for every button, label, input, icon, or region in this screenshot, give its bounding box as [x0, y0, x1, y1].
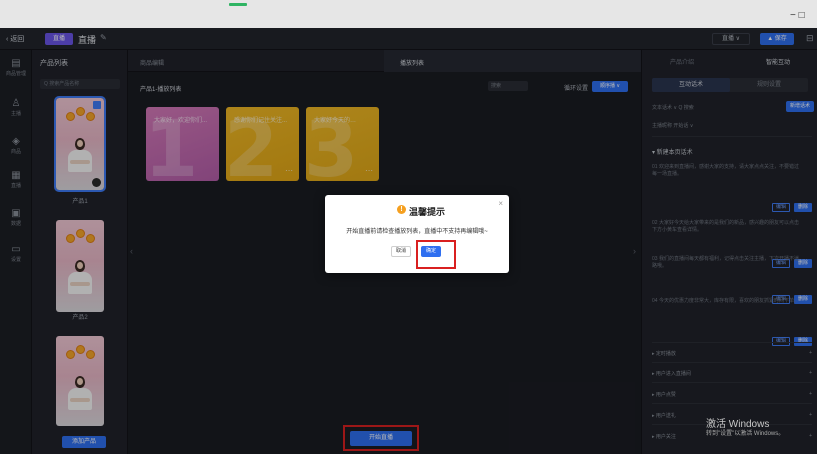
window-titlebar: − □	[0, 0, 817, 28]
warning-icon: !	[397, 205, 406, 214]
close-icon[interactable]: ×	[498, 199, 503, 208]
confirm-highlight	[416, 240, 456, 269]
confirm-dialog: × ! 温馨提示 开始直播前请检查播放列表，直播中不支持再编辑哦~ 取消 确定	[325, 195, 509, 273]
dialog-message: 开始直播前请检查播放列表，直播中不支持再编辑哦~	[346, 229, 488, 235]
dialog-title: 温馨提示	[409, 207, 446, 217]
cancel-button[interactable]: 取消	[391, 246, 411, 257]
titlebar-accent	[229, 3, 247, 6]
activation-watermark-sub: 转到"设置"以激活 Windows。	[706, 431, 785, 437]
window-controls[interactable]: − □	[790, 10, 805, 21]
